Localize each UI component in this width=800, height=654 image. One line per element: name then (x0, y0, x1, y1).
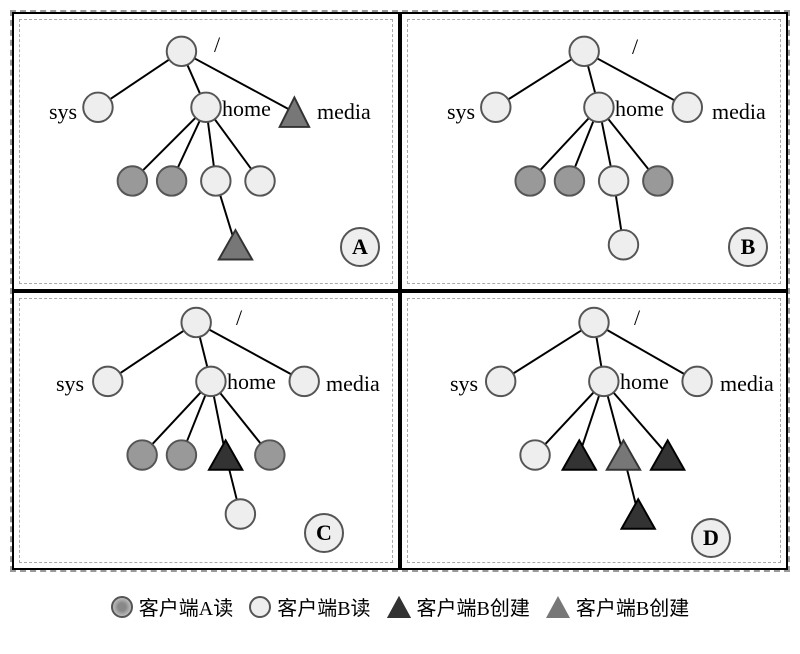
sys-label: sys (49, 99, 77, 125)
legend-text: 客户端A读 (139, 592, 233, 621)
hatch-circle-icon (111, 596, 133, 618)
legend-text: 客户端B创建 (576, 592, 689, 621)
sys-label: sys (450, 371, 478, 397)
dark-triangle-icon (387, 596, 411, 618)
panel-a: / sys home media A (12, 12, 400, 291)
legend-b-read: 客户端B读 (249, 592, 370, 621)
legend-text: 客户端B读 (277, 592, 370, 621)
media-label: media (712, 99, 766, 125)
panel-label-c: C (304, 513, 344, 553)
diagram-container: / sys home media A (10, 10, 790, 572)
root-label: / (236, 305, 242, 331)
tree-d (402, 293, 786, 568)
light-circle-icon (249, 596, 271, 618)
home-label: home (227, 369, 276, 395)
legend-b-create1: 客户端B创建 (387, 592, 530, 621)
legend: 客户端A读 客户端B读 客户端B创建 客户端B创建 (10, 592, 790, 621)
panel-b: / sys home media B (400, 12, 788, 291)
panel-label-d: D (691, 518, 731, 558)
legend-text: 客户端B创建 (417, 592, 530, 621)
home-label: home (222, 96, 271, 122)
panel-label-b: B (728, 227, 768, 267)
root-label: / (632, 34, 638, 60)
cross-triangle-icon (546, 596, 570, 618)
sys-label: sys (447, 99, 475, 125)
root-label: / (634, 305, 640, 331)
legend-a-read: 客户端A读 (111, 592, 233, 621)
media-label: media (317, 99, 371, 125)
panel-grid: / sys home media A (12, 12, 788, 570)
sys-label: sys (56, 371, 84, 397)
home-label: home (620, 369, 669, 395)
panel-c: / sys home media C (12, 291, 400, 570)
panel-d: / sys home media D (400, 291, 788, 570)
legend-b-create2: 客户端B创建 (546, 592, 689, 621)
panel-label-a: A (340, 227, 380, 267)
media-label: media (326, 371, 380, 397)
media-label: media (720, 371, 774, 397)
home-label: home (615, 96, 664, 122)
root-label: / (214, 32, 220, 58)
